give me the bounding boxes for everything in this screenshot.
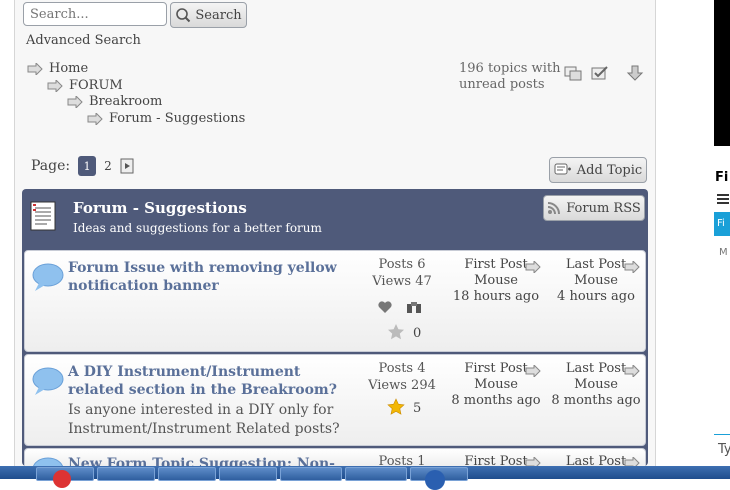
arrow-right-icon xyxy=(47,79,63,92)
forum-rss-label: Forum RSS xyxy=(566,200,641,216)
magnifier-icon xyxy=(176,8,191,23)
forum-main-panel: Search Advanced Search Home FORUM Breakr… xyxy=(14,0,656,467)
forum-section: Forum - Suggestions Ideas and suggestion… xyxy=(22,189,648,467)
add-topic-icon xyxy=(554,163,571,175)
breadcrumb-label[interactable]: Home xyxy=(49,61,88,76)
sidebar-type-fragment: Ty xyxy=(718,442,730,457)
page-label: Page: xyxy=(31,158,71,174)
pagination: Page: 1 2 xyxy=(31,156,136,176)
topic-title[interactable]: A DIY Instrument/Instrument related sect… xyxy=(68,363,358,399)
topic-views: Views 47 xyxy=(372,274,432,289)
breadcrumb-label[interactable]: FORUM xyxy=(69,78,123,93)
binoculars-icon[interactable] xyxy=(406,300,422,314)
search-button[interactable]: Search xyxy=(170,2,247,28)
add-topic-label: Add Topic xyxy=(576,162,643,178)
heart-icon[interactable] xyxy=(377,300,393,314)
go-to-post-icon[interactable] xyxy=(624,261,640,273)
last-post-time: 8 months ago xyxy=(551,393,641,408)
forum-document-icon xyxy=(30,201,56,231)
breadcrumb-breakroom[interactable]: Breakroom xyxy=(67,94,162,109)
speech-bubble-icon xyxy=(32,263,64,291)
unread-topics-text[interactable]: 196 topics with unread posts xyxy=(459,61,560,93)
topic-title[interactable]: Forum Issue with removing yellow notific… xyxy=(68,259,358,295)
breadcrumb-forum[interactable]: FORUM xyxy=(47,78,123,93)
last-post-time: 4 hours ago xyxy=(557,289,635,304)
taskbar xyxy=(0,466,730,490)
first-post-author[interactable]: Mouse xyxy=(446,273,546,289)
search-input[interactable] xyxy=(23,2,167,26)
sidebar-black-block xyxy=(714,0,730,146)
go-to-post-icon[interactable] xyxy=(525,261,541,273)
page-link[interactable]: 2 xyxy=(104,159,112,173)
unread-line-2: unread posts xyxy=(459,77,545,92)
speech-bubble-icon xyxy=(32,367,64,395)
page-current[interactable]: 1 xyxy=(78,156,97,176)
forum-title[interactable]: Forum - Suggestions xyxy=(73,199,247,217)
sidebar-divider xyxy=(714,434,730,435)
arrow-right-icon xyxy=(27,62,43,75)
breadcrumb-label[interactable]: Breakroom xyxy=(89,94,162,109)
check-topics-icon[interactable] xyxy=(591,65,609,81)
add-topic-button[interactable]: Add Topic xyxy=(549,157,647,183)
arrow-down-icon[interactable] xyxy=(626,65,644,81)
arrow-right-icon xyxy=(67,95,83,108)
breadcrumb-home[interactable]: Home xyxy=(27,61,88,76)
topic-row[interactable]: New Form Topic Suggestion: Non- Posts 1 … xyxy=(24,448,646,467)
rating-count: 5 xyxy=(413,401,422,416)
forum-description: Ideas and suggestions for a better forum xyxy=(73,221,322,235)
topic-excerpt: Is anyone interested in a DIY only for I… xyxy=(68,402,340,437)
first-post-time: 18 hours ago xyxy=(452,289,540,304)
menu-icon[interactable] xyxy=(716,192,730,206)
go-to-post-icon[interactable] xyxy=(624,365,640,377)
sidebar-letter-fragment: M xyxy=(719,247,728,258)
topic-row[interactable]: A DIY Instrument/Instrument related sect… xyxy=(24,354,646,446)
breadcrumb-label[interactable]: Forum - Suggestions xyxy=(109,111,245,126)
sidebar-tab[interactable]: Fi xyxy=(714,212,730,236)
topic-row[interactable]: Forum Issue with removing yellow notific… xyxy=(24,250,646,352)
last-post-author[interactable]: Mouse xyxy=(546,377,645,393)
breadcrumb-current[interactable]: Forum - Suggestions xyxy=(87,111,245,126)
topic-views: Views 294 xyxy=(368,378,436,393)
star-icon[interactable] xyxy=(387,398,405,416)
first-post-time: 8 months ago xyxy=(451,393,541,408)
go-to-post-icon[interactable] xyxy=(525,365,541,377)
search-button-label: Search xyxy=(195,7,242,23)
last-post-author[interactable]: Mouse xyxy=(546,273,645,289)
topic-posts: Posts 6 xyxy=(378,257,426,272)
arrow-right-icon xyxy=(87,112,103,125)
rss-icon xyxy=(548,202,561,215)
forum-rss-button[interactable]: Forum RSS xyxy=(543,195,645,221)
mark-read-icon[interactable] xyxy=(564,65,582,81)
topic-posts: Posts 4 xyxy=(378,361,426,376)
next-page-icon[interactable] xyxy=(120,158,136,174)
unread-line-1: 196 topics with xyxy=(459,61,561,76)
rating-count: 0 xyxy=(413,326,422,341)
sidebar-heading-fragment: Fi xyxy=(715,170,729,185)
first-post-author[interactable]: Mouse xyxy=(446,377,546,393)
advanced-search-link[interactable]: Advanced Search xyxy=(26,33,141,48)
star-icon[interactable] xyxy=(387,323,405,341)
